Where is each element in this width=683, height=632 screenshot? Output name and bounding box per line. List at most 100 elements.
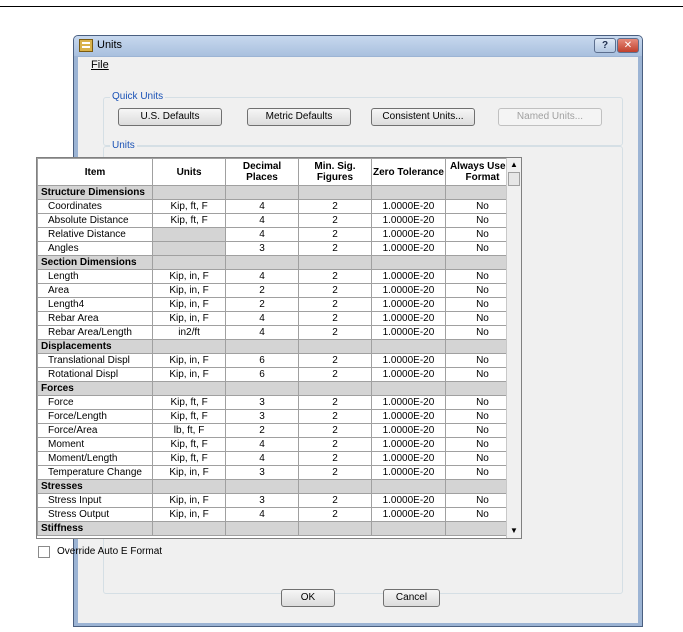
cell-units[interactable]: Kip, in, F [152, 297, 227, 312]
cell-min-sig-figures[interactable]: 2 [298, 269, 372, 284]
cell-units[interactable]: Kip, ft, F [152, 437, 227, 452]
named-units-button[interactable]: Named Units... [498, 108, 602, 126]
table-row[interactable]: Stress Output Kip, in, F 4 2 1.0000E-20 No [37, 507, 521, 522]
cell-zero-tolerance[interactable]: 1.0000E-20 [370, 395, 446, 410]
cell-decimal-places[interactable]: 4 [225, 311, 299, 326]
us-defaults-button[interactable]: U.S. Defaults [118, 108, 222, 126]
cell-min-sig-figures[interactable]: 2 [298, 325, 372, 340]
cell-units[interactable]: Kip, in, F [152, 311, 227, 326]
cell-units[interactable]: Kip, in, F [152, 353, 227, 368]
table-row[interactable]: Temperature Change Kip, in, F 3 2 1.0000E-20… [37, 465, 521, 480]
cell-units[interactable]: Kip, in, F [152, 507, 227, 522]
cell-units[interactable]: Kip, in, F [152, 283, 227, 298]
cell-zero-tolerance[interactable]: 1.0000E-20 [370, 367, 446, 382]
table-row[interactable]: Moment/Length Kip, ft, F 4 2 1.0000E-20 No [37, 451, 521, 466]
cell-min-sig-figures[interactable]: 2 [298, 297, 372, 312]
cell-zero-tolerance[interactable]: 1.0000E-20 [370, 493, 446, 508]
table-row[interactable]: Rebar Area Kip, in, F 4 2 1.0000E-20 No [37, 311, 521, 326]
cell-units[interactable]: Kip, ft, F [152, 409, 227, 424]
cell-min-sig-figures[interactable]: 2 [298, 241, 372, 256]
cell-zero-tolerance[interactable]: 1.0000E-20 [370, 283, 446, 298]
metric-defaults-button[interactable]: Metric Defaults [247, 108, 351, 126]
scroll-down-icon[interactable]: ▼ [507, 524, 521, 538]
cell-decimal-places[interactable]: 3 [225, 465, 299, 480]
cell-min-sig-figures[interactable]: 2 [298, 493, 372, 508]
cell-decimal-places[interactable]: 4 [225, 437, 299, 452]
table-row[interactable]: Force/Area lb, ft, F 2 2 1.0000E-20 No [37, 423, 521, 438]
cell-zero-tolerance[interactable]: 1.0000E-20 [370, 199, 446, 214]
table-row[interactable]: Relative Distance 4 2 1.0000E-20 No [37, 227, 521, 242]
col-header-units[interactable]: Units [152, 158, 227, 186]
cell-min-sig-figures[interactable]: 2 [298, 283, 372, 298]
cell-units[interactable] [152, 227, 227, 242]
cell-units[interactable]: Kip, ft, F [152, 395, 227, 410]
cell-units[interactable]: Kip, in, F [152, 269, 227, 284]
cell-decimal-places[interactable]: 6 [225, 353, 299, 368]
cell-units[interactable]: Kip, in, F [152, 465, 227, 480]
vertical-scrollbar[interactable]: ▲ ▼ [506, 158, 521, 538]
cell-min-sig-figures[interactable]: 2 [298, 465, 372, 480]
col-header-min-sig-figures[interactable]: Min. Sig. Figures [298, 158, 372, 186]
cell-decimal-places[interactable]: 3 [225, 493, 299, 508]
cell-min-sig-figures[interactable]: 2 [298, 451, 372, 466]
cell-zero-tolerance[interactable]: 1.0000E-20 [370, 311, 446, 326]
col-header-decimal-places[interactable]: Decimal Places [225, 158, 299, 186]
cell-zero-tolerance[interactable]: 1.0000E-20 [370, 423, 446, 438]
cell-decimal-places[interactable]: 4 [225, 199, 299, 214]
table-row[interactable]: Absolute Distance Kip, ft, F 4 2 1.0000E-20 N… [37, 213, 521, 228]
cell-zero-tolerance[interactable]: 1.0000E-20 [370, 241, 446, 256]
cell-decimal-places[interactable]: 3 [225, 395, 299, 410]
cell-decimal-places[interactable]: 2 [225, 423, 299, 438]
scroll-up-icon[interactable]: ▲ [507, 158, 521, 172]
menu-file[interactable]: File [91, 59, 109, 71]
cell-units[interactable] [152, 241, 227, 256]
table-row[interactable]: Stress Input Kip, in, F 3 2 1.0000E-20 No [37, 493, 521, 508]
close-button[interactable]: ✕ [617, 38, 639, 53]
override-auto-e-format-checkbox[interactable] [38, 546, 50, 558]
consistent-units-button[interactable]: Consistent Units... [371, 108, 475, 126]
cell-min-sig-figures[interactable]: 2 [298, 395, 372, 410]
cancel-button[interactable]: Cancel [383, 589, 440, 607]
table-row[interactable]: Length Kip, in, F 4 2 1.0000E-20 No [37, 269, 521, 284]
table-row[interactable]: Area Kip, in, F 2 2 1.0000E-20 No [37, 283, 521, 298]
cell-zero-tolerance[interactable]: 1.0000E-20 [370, 507, 446, 522]
cell-min-sig-figures[interactable]: 2 [298, 507, 372, 522]
cell-decimal-places[interactable]: 4 [225, 213, 299, 228]
cell-units[interactable]: Kip, in, F [152, 493, 227, 508]
table-row[interactable]: Rebar Area/Length in2/ft 4 2 1.0000E-20 No [37, 325, 521, 340]
col-header-zero-tolerance[interactable]: Zero Tolerance [370, 158, 446, 186]
cell-min-sig-figures[interactable]: 2 [298, 367, 372, 382]
cell-decimal-places[interactable]: 4 [225, 227, 299, 242]
cell-min-sig-figures[interactable]: 2 [298, 423, 372, 438]
cell-zero-tolerance[interactable]: 1.0000E-20 [370, 451, 446, 466]
cell-decimal-places[interactable]: 2 [225, 283, 299, 298]
cell-min-sig-figures[interactable]: 2 [298, 437, 372, 452]
cell-zero-tolerance[interactable]: 1.0000E-20 [370, 297, 446, 312]
table-row[interactable]: Moment Kip, ft, F 4 2 1.0000E-20 No [37, 437, 521, 452]
cell-min-sig-figures[interactable]: 2 [298, 409, 372, 424]
ok-button[interactable]: OK [281, 589, 335, 607]
col-header-item[interactable]: Item [37, 158, 154, 186]
table-row[interactable]: Rotational Displ Kip, in, F 6 2 1.0000E-20 No [37, 367, 521, 382]
help-button[interactable]: ? [594, 38, 616, 53]
cell-units[interactable]: Kip, ft, F [152, 213, 227, 228]
cell-decimal-places[interactable]: 4 [225, 325, 299, 340]
cell-zero-tolerance[interactable]: 1.0000E-20 [370, 437, 446, 452]
cell-decimal-places[interactable]: 3 [225, 241, 299, 256]
cell-min-sig-figures[interactable]: 2 [298, 227, 372, 242]
cell-zero-tolerance[interactable]: 1.0000E-20 [370, 227, 446, 242]
cell-decimal-places[interactable]: 4 [225, 451, 299, 466]
cell-zero-tolerance[interactable]: 1.0000E-20 [370, 409, 446, 424]
cell-decimal-places[interactable]: 2 [225, 297, 299, 312]
cell-units[interactable]: Kip, ft, F [152, 451, 227, 466]
cell-zero-tolerance[interactable]: 1.0000E-20 [370, 269, 446, 284]
cell-zero-tolerance[interactable]: 1.0000E-20 [370, 325, 446, 340]
cell-zero-tolerance[interactable]: 1.0000E-20 [370, 465, 446, 480]
cell-decimal-places[interactable]: 4 [225, 269, 299, 284]
cell-decimal-places[interactable]: 6 [225, 367, 299, 382]
table-row[interactable]: Force Kip, ft, F 3 2 1.0000E-20 No [37, 395, 521, 410]
cell-units[interactable]: Kip, ft, F [152, 199, 227, 214]
cell-min-sig-figures[interactable]: 2 [298, 213, 372, 228]
cell-min-sig-figures[interactable]: 2 [298, 199, 372, 214]
table-row[interactable]: Length4 Kip, in, F 2 2 1.0000E-20 No [37, 297, 521, 312]
